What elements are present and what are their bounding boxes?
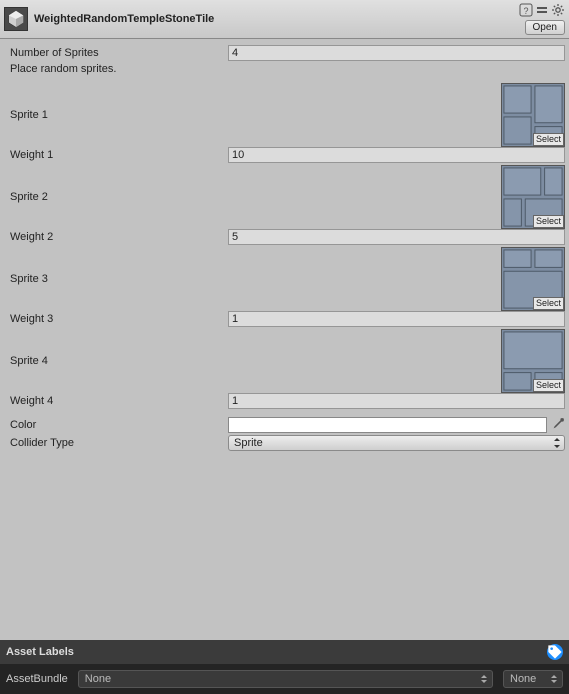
- inspector-header: WeightedRandomTempleStoneTile ? Open: [0, 0, 569, 39]
- label-tag-icon[interactable]: [547, 644, 563, 660]
- sprite2-select-button[interactable]: Select: [533, 215, 564, 228]
- open-button[interactable]: Open: [525, 20, 565, 35]
- asset-title: WeightedRandomTempleStoneTile: [34, 13, 513, 25]
- sprite4-select-button[interactable]: Select: [533, 379, 564, 392]
- weight1-input[interactable]: [228, 147, 565, 163]
- weight4-input[interactable]: [228, 393, 565, 409]
- sprite3-label: Sprite 3: [10, 273, 228, 285]
- eyedropper-icon[interactable]: [549, 417, 565, 433]
- collider-type-value: Sprite: [234, 437, 263, 449]
- weight3-label: Weight 3: [10, 313, 228, 325]
- weight2-input[interactable]: [228, 229, 565, 245]
- assetbundle-variant-value: None: [510, 673, 536, 685]
- assetbundle-footer: AssetBundle None None: [0, 664, 569, 694]
- inspector-body: Number of Sprites Place random sprites. …: [0, 39, 569, 457]
- sprite3-preview[interactable]: Select: [501, 247, 565, 311]
- sprite1-label: Sprite 1: [10, 109, 228, 121]
- sprite2-preview[interactable]: Select: [501, 165, 565, 229]
- weight1-label: Weight 1: [10, 149, 228, 161]
- collider-type-dropdown[interactable]: Sprite: [228, 435, 565, 451]
- sprite1-select-button[interactable]: Select: [533, 133, 564, 146]
- color-field[interactable]: [228, 417, 547, 433]
- asset-type-icon: [4, 7, 28, 31]
- asset-labels-bar: Asset Labels: [0, 640, 569, 664]
- sprite1-preview[interactable]: Select: [501, 83, 565, 147]
- preset-icon[interactable]: [535, 3, 549, 17]
- sprite3-select-button[interactable]: Select: [533, 297, 564, 310]
- color-label: Color: [10, 419, 228, 431]
- svg-text:?: ?: [523, 6, 528, 16]
- assetbundle-variant-dropdown[interactable]: None: [503, 670, 563, 688]
- weight4-label: Weight 4: [10, 395, 228, 407]
- weight2-label: Weight 2: [10, 231, 228, 243]
- gear-icon[interactable]: [551, 3, 565, 17]
- assetbundle-label: AssetBundle: [6, 673, 68, 685]
- assetbundle-name-dropdown[interactable]: None: [78, 670, 493, 688]
- sprite2-label: Sprite 2: [10, 191, 228, 203]
- help-icon[interactable]: ?: [519, 3, 533, 17]
- collider-type-label: Collider Type: [10, 437, 228, 449]
- sprite4-label: Sprite 4: [10, 355, 228, 367]
- num-sprites-input[interactable]: [228, 45, 565, 61]
- num-sprites-label: Number of Sprites: [10, 47, 228, 59]
- assetbundle-name-value: None: [85, 673, 111, 685]
- asset-labels-title: Asset Labels: [6, 646, 74, 658]
- weight3-input[interactable]: [228, 311, 565, 327]
- description-label: Place random sprites.: [10, 63, 565, 75]
- sprite4-preview[interactable]: Select: [501, 329, 565, 393]
